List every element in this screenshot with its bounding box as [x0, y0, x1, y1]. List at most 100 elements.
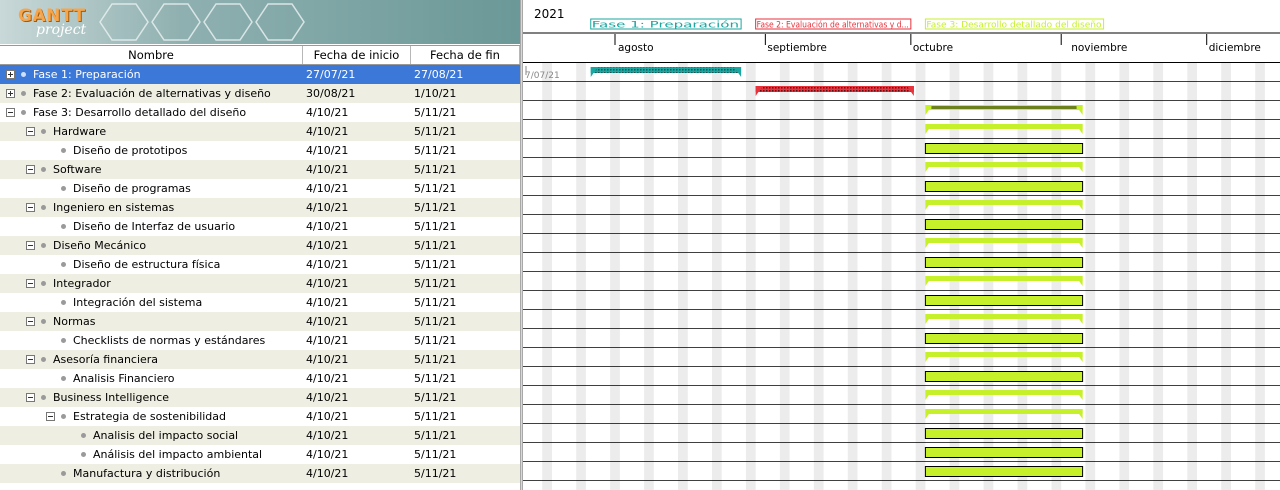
summary-bar[interactable]	[925, 314, 1083, 319]
task-name-cell[interactable]: Integración del sistema	[0, 293, 300, 312]
task-end-date[interactable]: 5/11/21	[414, 198, 514, 217]
task-name-cell[interactable]: Fase 1: Preparación	[0, 65, 300, 84]
task-end-date[interactable]: 5/11/21	[414, 160, 514, 179]
task-name-cell[interactable]: Asesoría financiera	[0, 350, 300, 369]
task-row[interactable]: Estrategia de sostenibilidad 4/10/21 5/11/…	[0, 407, 520, 426]
task-start-date[interactable]: 4/10/21	[306, 255, 406, 274]
summary-bar[interactable]	[925, 390, 1083, 395]
task-end-date[interactable]: 1/10/21	[414, 84, 514, 103]
summary-bar[interactable]	[925, 200, 1083, 205]
task-start-date[interactable]: 4/10/21	[306, 445, 406, 464]
task-row[interactable]: Fase 2: Evaluación de alternativas y dis…	[0, 84, 520, 103]
task-start-date[interactable]: 4/10/21	[306, 293, 406, 312]
collapse-icon[interactable]	[26, 127, 35, 136]
task-end-date[interactable]: 5/11/21	[414, 312, 514, 331]
column-header-end-date[interactable]: Fecha de fin	[411, 46, 520, 64]
task-name-cell[interactable]: Diseño de estructura física	[0, 255, 300, 274]
task-name-cell[interactable]: Manufactura y distribución	[0, 464, 300, 483]
task-end-date[interactable]: 5/11/21	[414, 388, 514, 407]
summary-bar[interactable]	[925, 409, 1083, 414]
task-start-date[interactable]: 27/07/21	[306, 65, 406, 84]
task-end-date[interactable]: 5/11/21	[414, 255, 514, 274]
task-name-cell[interactable]: Diseño Mecánico	[0, 236, 300, 255]
task-name-cell[interactable]: Fase 3: Desarrollo detallado del diseño	[0, 103, 300, 122]
task-start-date[interactable]: 4/10/21	[306, 217, 406, 236]
task-row[interactable]: Diseño de estructura física 4/10/21 5/11/2…	[0, 255, 520, 274]
task-row[interactable]: Business Intelligence 4/10/21 5/11/21	[0, 388, 520, 407]
task-row[interactable]: Diseño de Interfaz de usuario 4/10/21 5/11…	[0, 217, 520, 236]
task-end-date[interactable]: 5/11/21	[414, 179, 514, 198]
task-name-cell[interactable]: Diseño de programas	[0, 179, 300, 198]
task-row[interactable]: Integrador 4/10/21 5/11/21	[0, 274, 520, 293]
task-start-date[interactable]: 4/10/21	[306, 179, 406, 198]
phase-header-label[interactable]: Fase 1: Preparación	[592, 20, 739, 31]
task-row[interactable]: Diseño de prototipos 4/10/21 5/11/21	[0, 141, 520, 160]
task-row[interactable]: Diseño de programas 4/10/21 5/11/21	[0, 179, 520, 198]
task-row[interactable]: Fase 3: Desarrollo detallado del diseño 4…	[0, 103, 520, 122]
task-bar[interactable]	[924, 428, 1084, 439]
task-end-date[interactable]: 5/11/21	[414, 293, 514, 312]
task-row[interactable]: Hardware 4/10/21 5/11/21	[0, 122, 520, 141]
task-start-date[interactable]: 4/10/21	[306, 350, 406, 369]
expand-icon[interactable]	[6, 89, 15, 98]
collapse-icon[interactable]	[6, 108, 15, 117]
task-bar[interactable]	[924, 219, 1084, 230]
task-row[interactable]: Software 4/10/21 5/11/21	[0, 160, 520, 179]
task-bar[interactable]	[924, 466, 1084, 477]
task-end-date[interactable]: 5/11/21	[414, 274, 514, 293]
summary-bar[interactable]	[925, 352, 1083, 357]
task-end-date[interactable]: 5/11/21	[414, 103, 514, 122]
task-start-date[interactable]: 30/08/21	[306, 84, 406, 103]
task-end-date[interactable]: 5/11/21	[414, 464, 514, 483]
task-row[interactable]: Checklists de normas y estándares 4/10/21…	[0, 331, 520, 350]
task-start-date[interactable]: 4/10/21	[306, 122, 406, 141]
phase-header-label[interactable]: Fase 3: Desarrollo detallado del diseño	[926, 21, 1101, 31]
task-start-date[interactable]: 4/10/21	[306, 331, 406, 350]
task-start-date[interactable]: 4/10/21	[306, 312, 406, 331]
gantt-chart-canvas[interactable]: 2021 agosto septiembre octubre noviembre dici…	[523, 0, 1280, 490]
task-bar[interactable]	[924, 257, 1084, 268]
phase-header-label[interactable]: Fase 2: Evaluación de alternativas y d..…	[757, 20, 909, 31]
task-name-cell[interactable]: Software	[0, 160, 300, 179]
collapse-icon[interactable]	[26, 203, 35, 212]
task-bar[interactable]	[924, 333, 1084, 344]
task-name-cell[interactable]: Estrategia de sostenibilidad	[0, 407, 300, 426]
column-header-start-date[interactable]: Fecha de inicio	[303, 46, 411, 64]
task-start-date[interactable]: 4/10/21	[306, 236, 406, 255]
collapse-icon[interactable]	[26, 165, 35, 174]
task-row[interactable]: Integración del sistema 4/10/21 5/11/21	[0, 293, 520, 312]
task-row[interactable]: Fase 1: Preparación 27/07/21 27/08/21	[0, 65, 520, 84]
task-bar[interactable]	[924, 447, 1084, 458]
task-name-cell[interactable]: Ingeniero en sistemas	[0, 198, 300, 217]
summary-bar[interactable]	[925, 276, 1083, 281]
task-end-date[interactable]: 5/11/21	[414, 141, 514, 160]
task-end-date[interactable]: 27/08/21	[414, 65, 514, 84]
task-end-date[interactable]: 5/11/21	[414, 217, 514, 236]
task-end-date[interactable]: 5/11/21	[414, 369, 514, 388]
task-end-date[interactable]: 5/11/21	[414, 331, 514, 350]
summary-bar[interactable]	[925, 124, 1083, 129]
collapse-icon[interactable]	[26, 241, 35, 250]
task-name-cell[interactable]: Normas	[0, 312, 300, 331]
task-name-cell[interactable]: Análisis del impacto ambiental	[0, 445, 300, 464]
task-name-cell[interactable]: Checklists de normas y estándares	[0, 331, 300, 350]
task-row[interactable]: Ingeniero en sistemas 4/10/21 5/11/21	[0, 198, 520, 217]
task-end-date[interactable]: 5/11/21	[414, 445, 514, 464]
task-start-date[interactable]: 4/10/21	[306, 388, 406, 407]
task-end-date[interactable]: 5/11/21	[414, 426, 514, 445]
task-start-date[interactable]: 4/10/21	[306, 198, 406, 217]
task-row[interactable]: Analisis del impacto social 4/10/21 5/11/2…	[0, 426, 520, 445]
task-bar[interactable]	[924, 181, 1084, 192]
task-row[interactable]: Analisis Financiero 4/10/21 5/11/21	[0, 369, 520, 388]
task-start-date[interactable]: 4/10/21	[306, 160, 406, 179]
task-start-date[interactable]: 4/10/21	[306, 141, 406, 160]
task-name-cell[interactable]: Analisis del impacto social	[0, 426, 300, 445]
task-name-cell[interactable]: Diseño de prototipos	[0, 141, 300, 160]
task-start-date[interactable]: 4/10/21	[306, 407, 406, 426]
task-name-cell[interactable]: Analisis Financiero	[0, 369, 300, 388]
task-row[interactable]: Normas 4/10/21 5/11/21	[0, 312, 520, 331]
task-start-date[interactable]: 4/10/21	[306, 103, 406, 122]
collapse-icon[interactable]	[26, 317, 35, 326]
task-name-cell[interactable]: Fase 2: Evaluación de alternativas y dis…	[0, 84, 300, 103]
collapse-icon[interactable]	[26, 279, 35, 288]
